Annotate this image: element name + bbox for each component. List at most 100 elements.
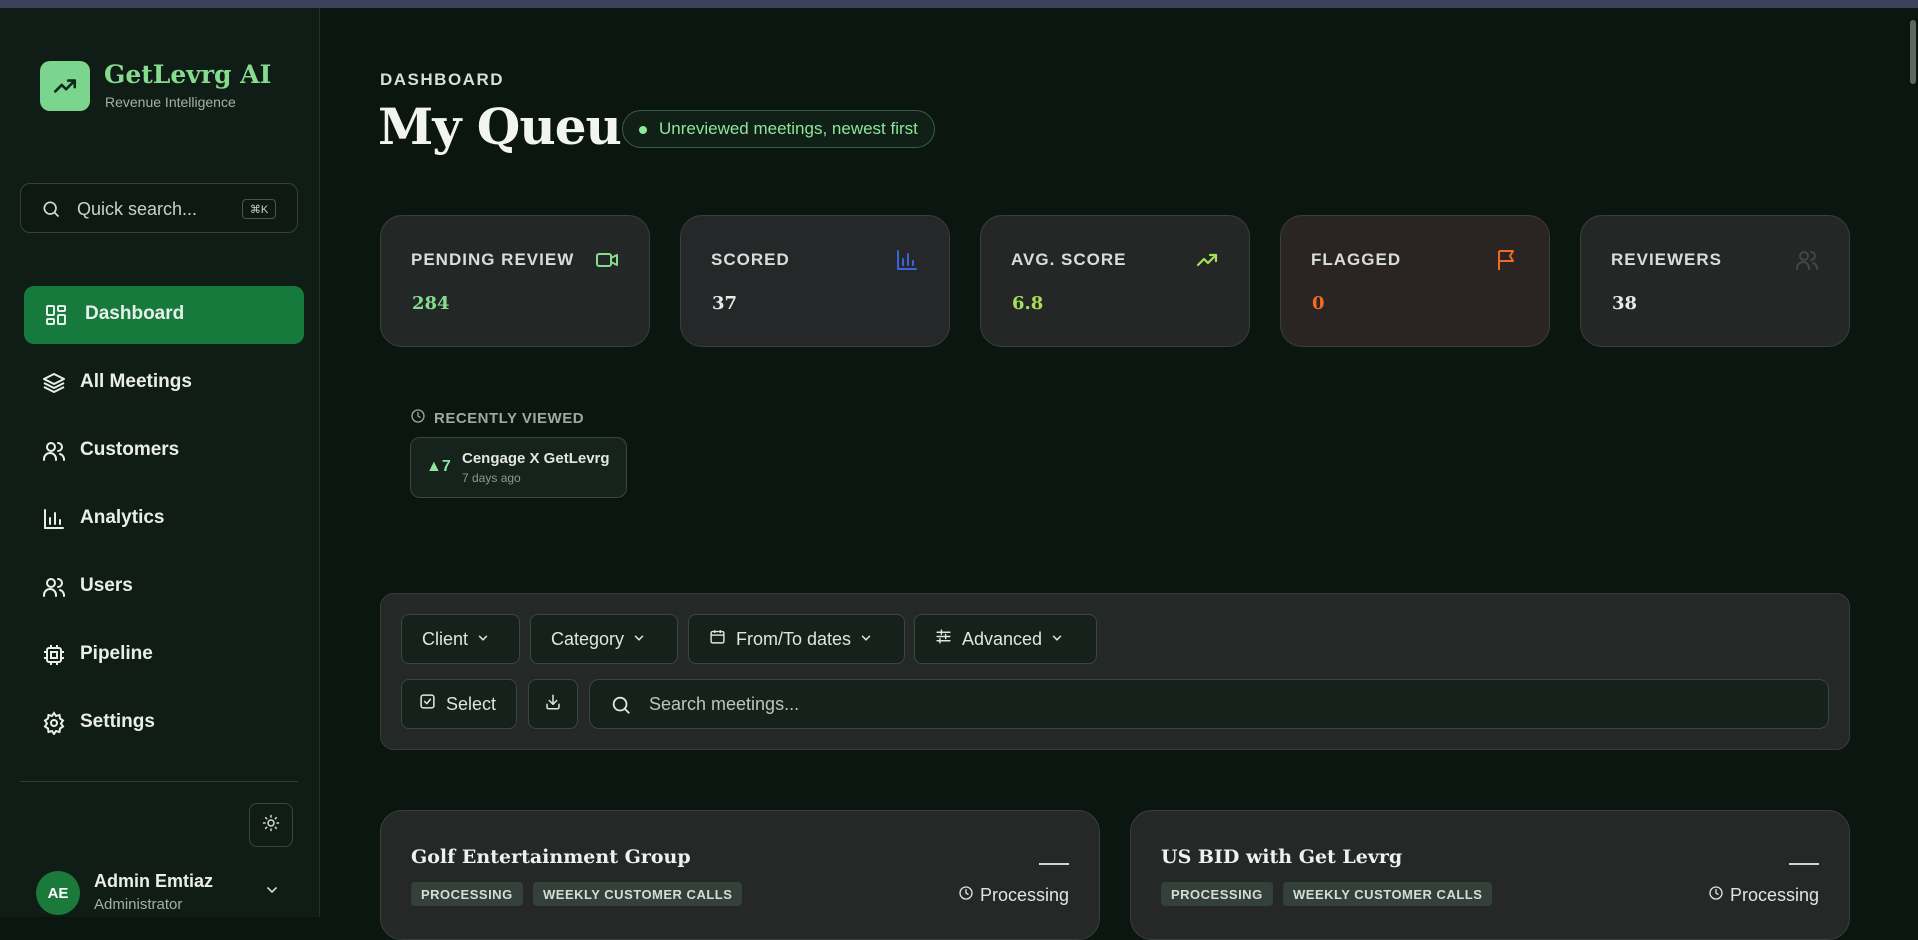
meeting-title: Golf Entertainment Group — [411, 846, 691, 868]
meeting-card[interactable]: Golf Entertainment Group PROCESSING WEEK… — [380, 810, 1100, 940]
search-meetings-placeholder: Search meetings... — [649, 694, 800, 714]
stat-title: FLAGGED — [1311, 250, 1402, 269]
meeting-tag: PROCESSING — [411, 882, 523, 906]
stat-card-avg-score[interactable]: AVG. SCORE 6.8 — [980, 215, 1250, 347]
clock-icon — [958, 885, 974, 906]
stat-card-pending-review[interactable]: PENDING REVIEW 284 — [380, 215, 650, 347]
stat-title: REVIEWERS — [1611, 250, 1723, 269]
user-name: Admin Emtiaz — [94, 871, 214, 891]
meeting-tag: WEEKLY CUSTOMER CALLS — [1283, 882, 1493, 906]
trending-up-icon — [40, 61, 90, 111]
breadcrumb: DASHBOARD — [380, 70, 504, 89]
recent-item-name: Cengage X GetLevrg — [462, 450, 610, 467]
users-icon — [42, 439, 66, 463]
clock-icon — [1708, 885, 1724, 906]
search-meetings-input[interactable]: Search meetings... — [589, 679, 1829, 729]
video-icon — [595, 248, 619, 277]
sidebar-item-analytics[interactable]: Analytics — [24, 490, 304, 548]
category-filter-label: Category — [551, 628, 625, 649]
flag-icon — [1495, 248, 1519, 277]
grid-icon — [44, 303, 68, 327]
status-text: Unreviewed meetings, newest first — [659, 119, 918, 138]
stat-value: 284 — [412, 293, 450, 314]
score-placeholder — [1789, 863, 1819, 865]
sidebar: GetLevrg AI Revenue Intelligence Quick s… — [0, 8, 320, 917]
client-filter-button[interactable]: Client — [401, 614, 520, 664]
chevron-down-icon — [859, 629, 873, 650]
sidebar-item-dashboard[interactable]: Dashboard — [24, 286, 304, 344]
meeting-status: Processing — [958, 885, 1069, 906]
meeting-card[interactable]: US BID with Get Levrg PROCESSING WEEKLY … — [1130, 810, 1850, 940]
recent-item-time: 7 days ago — [462, 471, 521, 485]
gear-icon — [42, 711, 66, 736]
client-filter-label: Client — [422, 628, 469, 649]
recently-viewed-label: RECENTLY VIEWED — [410, 408, 584, 428]
date-range-label: From/To dates — [736, 628, 852, 649]
bar-chart-icon — [895, 248, 919, 277]
stat-title: SCORED — [711, 250, 790, 269]
date-range-button[interactable]: From/To dates — [688, 614, 905, 664]
stat-title: PENDING REVIEW — [411, 250, 575, 269]
bar-chart-icon — [42, 507, 66, 531]
stat-value: 38 — [1612, 293, 1638, 314]
meeting-title: US BID with Get Levrg — [1161, 846, 1403, 868]
sidebar-item-label: Customers — [80, 439, 180, 460]
checkbox-icon — [419, 693, 436, 715]
quick-search[interactable]: Quick search... ⌘K — [20, 183, 298, 233]
stat-value: 6.8 — [1012, 293, 1044, 314]
recently-viewed-text: RECENTLY VIEWED — [434, 409, 585, 427]
layers-icon — [42, 371, 66, 395]
stat-card-flagged[interactable]: FLAGGED 0 — [1280, 215, 1550, 347]
sun-icon — [262, 814, 280, 837]
sidebar-item-label: Settings — [80, 711, 155, 732]
score-placeholder — [1039, 863, 1069, 865]
chevron-down-icon — [476, 629, 490, 650]
advanced-filter-label: Advanced — [962, 628, 1043, 649]
category-filter-button[interactable]: Category — [530, 614, 678, 664]
status-dot — [639, 126, 647, 134]
sidebar-item-label: Dashboard — [85, 303, 185, 324]
select-button[interactable]: Select — [401, 679, 517, 729]
stat-value: 37 — [712, 293, 738, 314]
sidebar-item-label: Pipeline — [80, 643, 153, 664]
user-role: Administrator — [94, 896, 183, 913]
calendar-icon — [709, 628, 726, 650]
chevron-down-icon[interactable] — [264, 882, 280, 903]
shortcut-badge: ⌘K — [242, 199, 276, 219]
meeting-tag: PROCESSING — [1161, 882, 1273, 906]
chip-icon — [42, 643, 66, 667]
status-badge: Unreviewed meetings, newest first — [622, 110, 935, 148]
recent-item[interactable]: ▲7 Cengage X GetLevrg 7 days ago — [410, 437, 627, 498]
scrollbar[interactable] — [1910, 20, 1916, 84]
sliders-icon — [935, 628, 952, 650]
select-label: Select — [446, 693, 497, 714]
users-icon — [42, 575, 66, 599]
stat-title: AVG. SCORE — [1011, 250, 1127, 269]
chevron-down-icon — [632, 629, 646, 650]
search-icon — [41, 199, 61, 224]
theme-toggle-button[interactable] — [249, 803, 293, 847]
stat-value: 0 — [1312, 293, 1325, 314]
sidebar-item-users[interactable]: Users — [24, 558, 304, 616]
sidebar-item-label: All Meetings — [80, 371, 192, 392]
avatar[interactable]: AE — [36, 871, 80, 915]
sidebar-item-customers[interactable]: Customers — [24, 422, 304, 480]
brand-name: GetLevrg AI — [104, 60, 272, 89]
meeting-status: Processing — [1708, 885, 1819, 906]
brand-subtitle: Revenue Intelligence — [105, 94, 236, 110]
sidebar-item-label: Analytics — [80, 507, 165, 528]
download-icon — [544, 693, 562, 716]
stat-card-scored[interactable]: SCORED 37 — [680, 215, 950, 347]
sidebar-item-pipeline[interactable]: Pipeline — [24, 626, 304, 684]
sidebar-divider — [20, 781, 298, 782]
users-icon — [1795, 248, 1819, 277]
page-title: My Queue — [378, 97, 653, 156]
window-top-strip — [0, 0, 1918, 8]
stat-card-reviewers[interactable]: REVIEWERS 38 — [1580, 215, 1850, 347]
advanced-filter-button[interactable]: Advanced — [914, 614, 1097, 664]
download-button[interactable] — [528, 679, 578, 729]
clock-icon — [410, 408, 426, 428]
meeting-status-text: Processing — [1729, 885, 1819, 905]
sidebar-item-all-meetings[interactable]: All Meetings — [24, 354, 304, 412]
sidebar-item-settings[interactable]: Settings — [24, 694, 304, 752]
